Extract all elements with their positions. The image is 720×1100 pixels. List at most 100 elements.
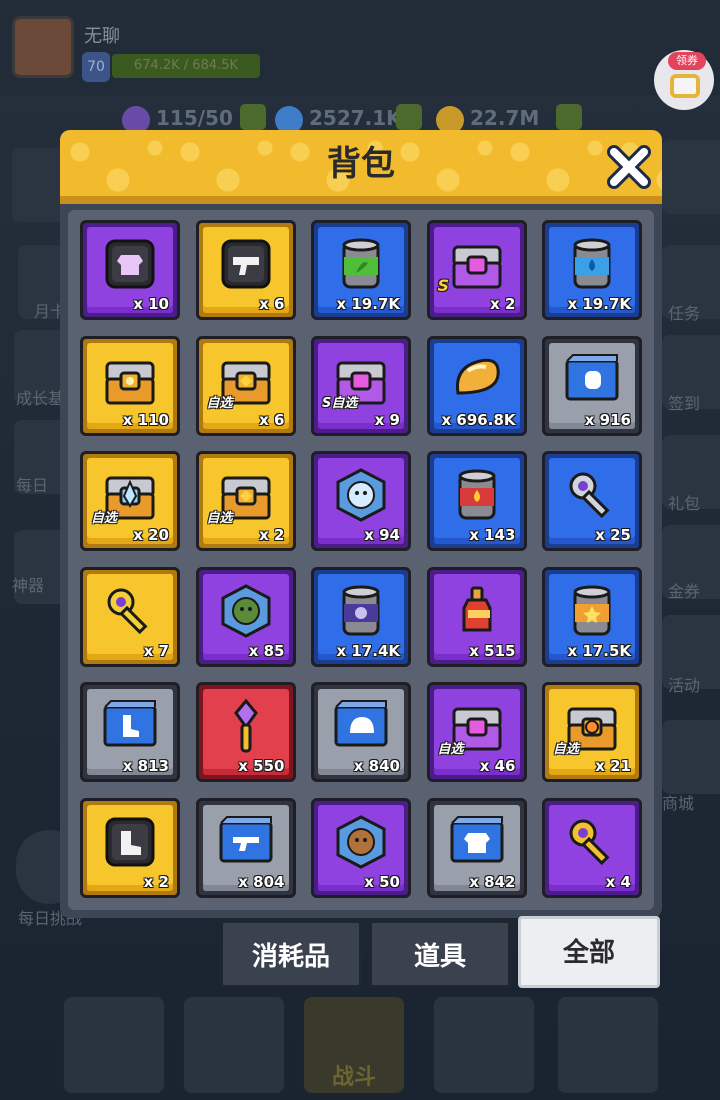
item-count: x 85 bbox=[248, 641, 285, 660]
inventory-panel: 背包 x 10 x 6x 19.7K Sx 2x 19.7K x 110 自选 x 6 S自… bbox=[60, 130, 662, 918]
inventory-slot[interactable]: 自选 x 21 bbox=[542, 682, 642, 782]
item-count: x 50 bbox=[364, 872, 400, 891]
inventory-slot[interactable]: x 696.8K bbox=[426, 335, 527, 436]
inventory-slot[interactable]: x 143 bbox=[426, 451, 527, 551]
bottom-nav-battle: 战斗 bbox=[302, 995, 406, 1095]
gift-icon bbox=[670, 74, 700, 98]
item-count: x 25 bbox=[595, 526, 631, 544]
ghost-pet-icon bbox=[330, 464, 392, 526]
item-badge: 自选 bbox=[553, 742, 580, 757]
item-count: x 17.4K bbox=[336, 641, 400, 660]
blueprint-boot-icon bbox=[99, 695, 161, 757]
inventory-slot[interactable]: x 4 bbox=[542, 797, 642, 898]
inventory-slot[interactable]: x 813 bbox=[80, 682, 180, 782]
side-label: 金券 bbox=[668, 582, 701, 601]
inventory-slot[interactable]: x 840 bbox=[311, 682, 411, 782]
boot-chip-icon bbox=[99, 811, 161, 873]
side-label: 神器 bbox=[12, 576, 45, 595]
item-badge: 自选 bbox=[91, 511, 118, 526]
close-button[interactable] bbox=[604, 142, 654, 192]
inventory-slot[interactable]: x 19.7K bbox=[542, 220, 642, 320]
player-name: 无聊 bbox=[84, 26, 120, 47]
item-count: x 110 bbox=[122, 410, 169, 429]
battle-label: 战斗 bbox=[331, 1065, 376, 1090]
side-label: 每日 bbox=[16, 476, 49, 495]
inventory-slot[interactable]: x 25 bbox=[542, 451, 642, 551]
inventory-slot[interactable]: Sx 2 bbox=[426, 220, 527, 320]
item-badge: S自选 bbox=[322, 395, 358, 411]
side-label: 商城 bbox=[662, 794, 695, 813]
player-level: 70 bbox=[82, 52, 110, 82]
tab-all[interactable]: 全部 bbox=[518, 916, 660, 988]
item-count: x 2 bbox=[143, 872, 169, 891]
purple-chest-icon bbox=[446, 233, 508, 295]
inventory-slot[interactable]: x 515 bbox=[426, 566, 527, 667]
item-count: x 842 bbox=[469, 872, 516, 891]
item-count: x 19.7K bbox=[336, 295, 400, 313]
blueprint-gun-icon bbox=[215, 811, 277, 873]
energy-plus-button bbox=[240, 104, 266, 130]
item-count: x 916 bbox=[584, 410, 631, 429]
blueprint-armor-icon bbox=[446, 811, 508, 873]
item-badge: 自选 bbox=[206, 395, 233, 411]
bottom-nav-shop bbox=[62, 995, 166, 1095]
gem-scepter-icon bbox=[215, 695, 277, 757]
item-count: x 9 bbox=[374, 410, 400, 429]
inventory-slot[interactable]: x 50 bbox=[311, 797, 411, 898]
inventory-slot[interactable]: x 19.7K bbox=[311, 220, 411, 320]
item-count: x 804 bbox=[238, 872, 285, 891]
inventory-slot[interactable]: 自选 x 20 bbox=[80, 451, 180, 551]
inventory-slot[interactable]: x 916 bbox=[542, 335, 642, 436]
item-count: x 143 bbox=[469, 526, 516, 544]
item-badge: 自选 bbox=[437, 742, 464, 757]
energy-value: 115/50 bbox=[156, 106, 233, 130]
item-count: x 696.8K bbox=[441, 410, 516, 429]
inventory-slot[interactable]: x 7 bbox=[80, 566, 180, 667]
coin-value: 22.7M bbox=[470, 106, 540, 130]
inventory-slot[interactable]: x 842 bbox=[426, 797, 527, 898]
item-count: x 19.7K bbox=[567, 295, 631, 313]
gold-key-icon bbox=[561, 811, 623, 873]
item-badge: 自选 bbox=[206, 511, 233, 526]
panel-title: 背包 bbox=[327, 144, 395, 184]
item-badge: S bbox=[437, 276, 450, 295]
item-count: x 46 bbox=[479, 757, 516, 775]
inventory-slot[interactable]: x 85 bbox=[195, 566, 296, 667]
side-label: 活动 bbox=[668, 676, 701, 695]
tree-pet-icon bbox=[215, 580, 277, 642]
item-count: x 20 bbox=[133, 526, 169, 544]
side-label: 礼包 bbox=[668, 494, 701, 513]
coin-plus-button bbox=[556, 104, 582, 130]
item-count: x 7 bbox=[143, 641, 169, 660]
inventory-slot[interactable]: x 10 bbox=[80, 220, 180, 320]
item-grid: x 10 x 6x 19.7K Sx 2x 19.7K x 110 自选 x 6 S自选 x … bbox=[80, 220, 646, 906]
inventory-slot[interactable]: x 110 bbox=[80, 335, 180, 436]
side-shop bbox=[662, 720, 720, 794]
inventory-slot[interactable]: 自选 x 6 bbox=[195, 335, 296, 436]
tab-props[interactable]: 道具 bbox=[369, 920, 511, 988]
purple-key-icon bbox=[99, 580, 161, 642]
inventory-slot[interactable]: x 804 bbox=[195, 797, 296, 898]
inventory-slot[interactable]: x 6 bbox=[195, 220, 296, 320]
exp-bar: 674.2K / 684.5K bbox=[112, 54, 260, 78]
inventory-slot[interactable]: 自选 x 46 bbox=[426, 682, 527, 782]
blueprint-glove-icon bbox=[561, 349, 623, 411]
panel-body: x 10 x 6x 19.7K Sx 2x 19.7K x 110 自选 x 6 S自选 x … bbox=[68, 210, 654, 910]
inventory-slot[interactable]: x 17.4K bbox=[311, 566, 411, 667]
blue-can-icon bbox=[561, 233, 623, 295]
armor-chip-icon bbox=[99, 233, 161, 295]
inventory-slot[interactable]: 自选 x 2 bbox=[195, 451, 296, 551]
tab-consumables[interactable]: 消耗品 bbox=[220, 920, 362, 988]
bottom-nav-upgrade bbox=[556, 995, 660, 1095]
inventory-slot[interactable]: x 17.5K bbox=[542, 566, 642, 667]
moon-can-icon bbox=[330, 580, 392, 642]
item-count: x 17.5K bbox=[567, 641, 631, 660]
inventory-slot[interactable]: x 94 bbox=[311, 451, 411, 551]
diamond-value: 2527.1K bbox=[309, 106, 402, 130]
inventory-slot[interactable]: x 550 bbox=[195, 682, 296, 782]
raccoon-pet-icon bbox=[330, 811, 392, 873]
close-icon bbox=[607, 145, 651, 189]
inventory-slot[interactable]: S自选 x 9 bbox=[311, 335, 411, 436]
star-can-icon bbox=[561, 580, 623, 642]
inventory-slot[interactable]: x 2 bbox=[80, 797, 180, 898]
